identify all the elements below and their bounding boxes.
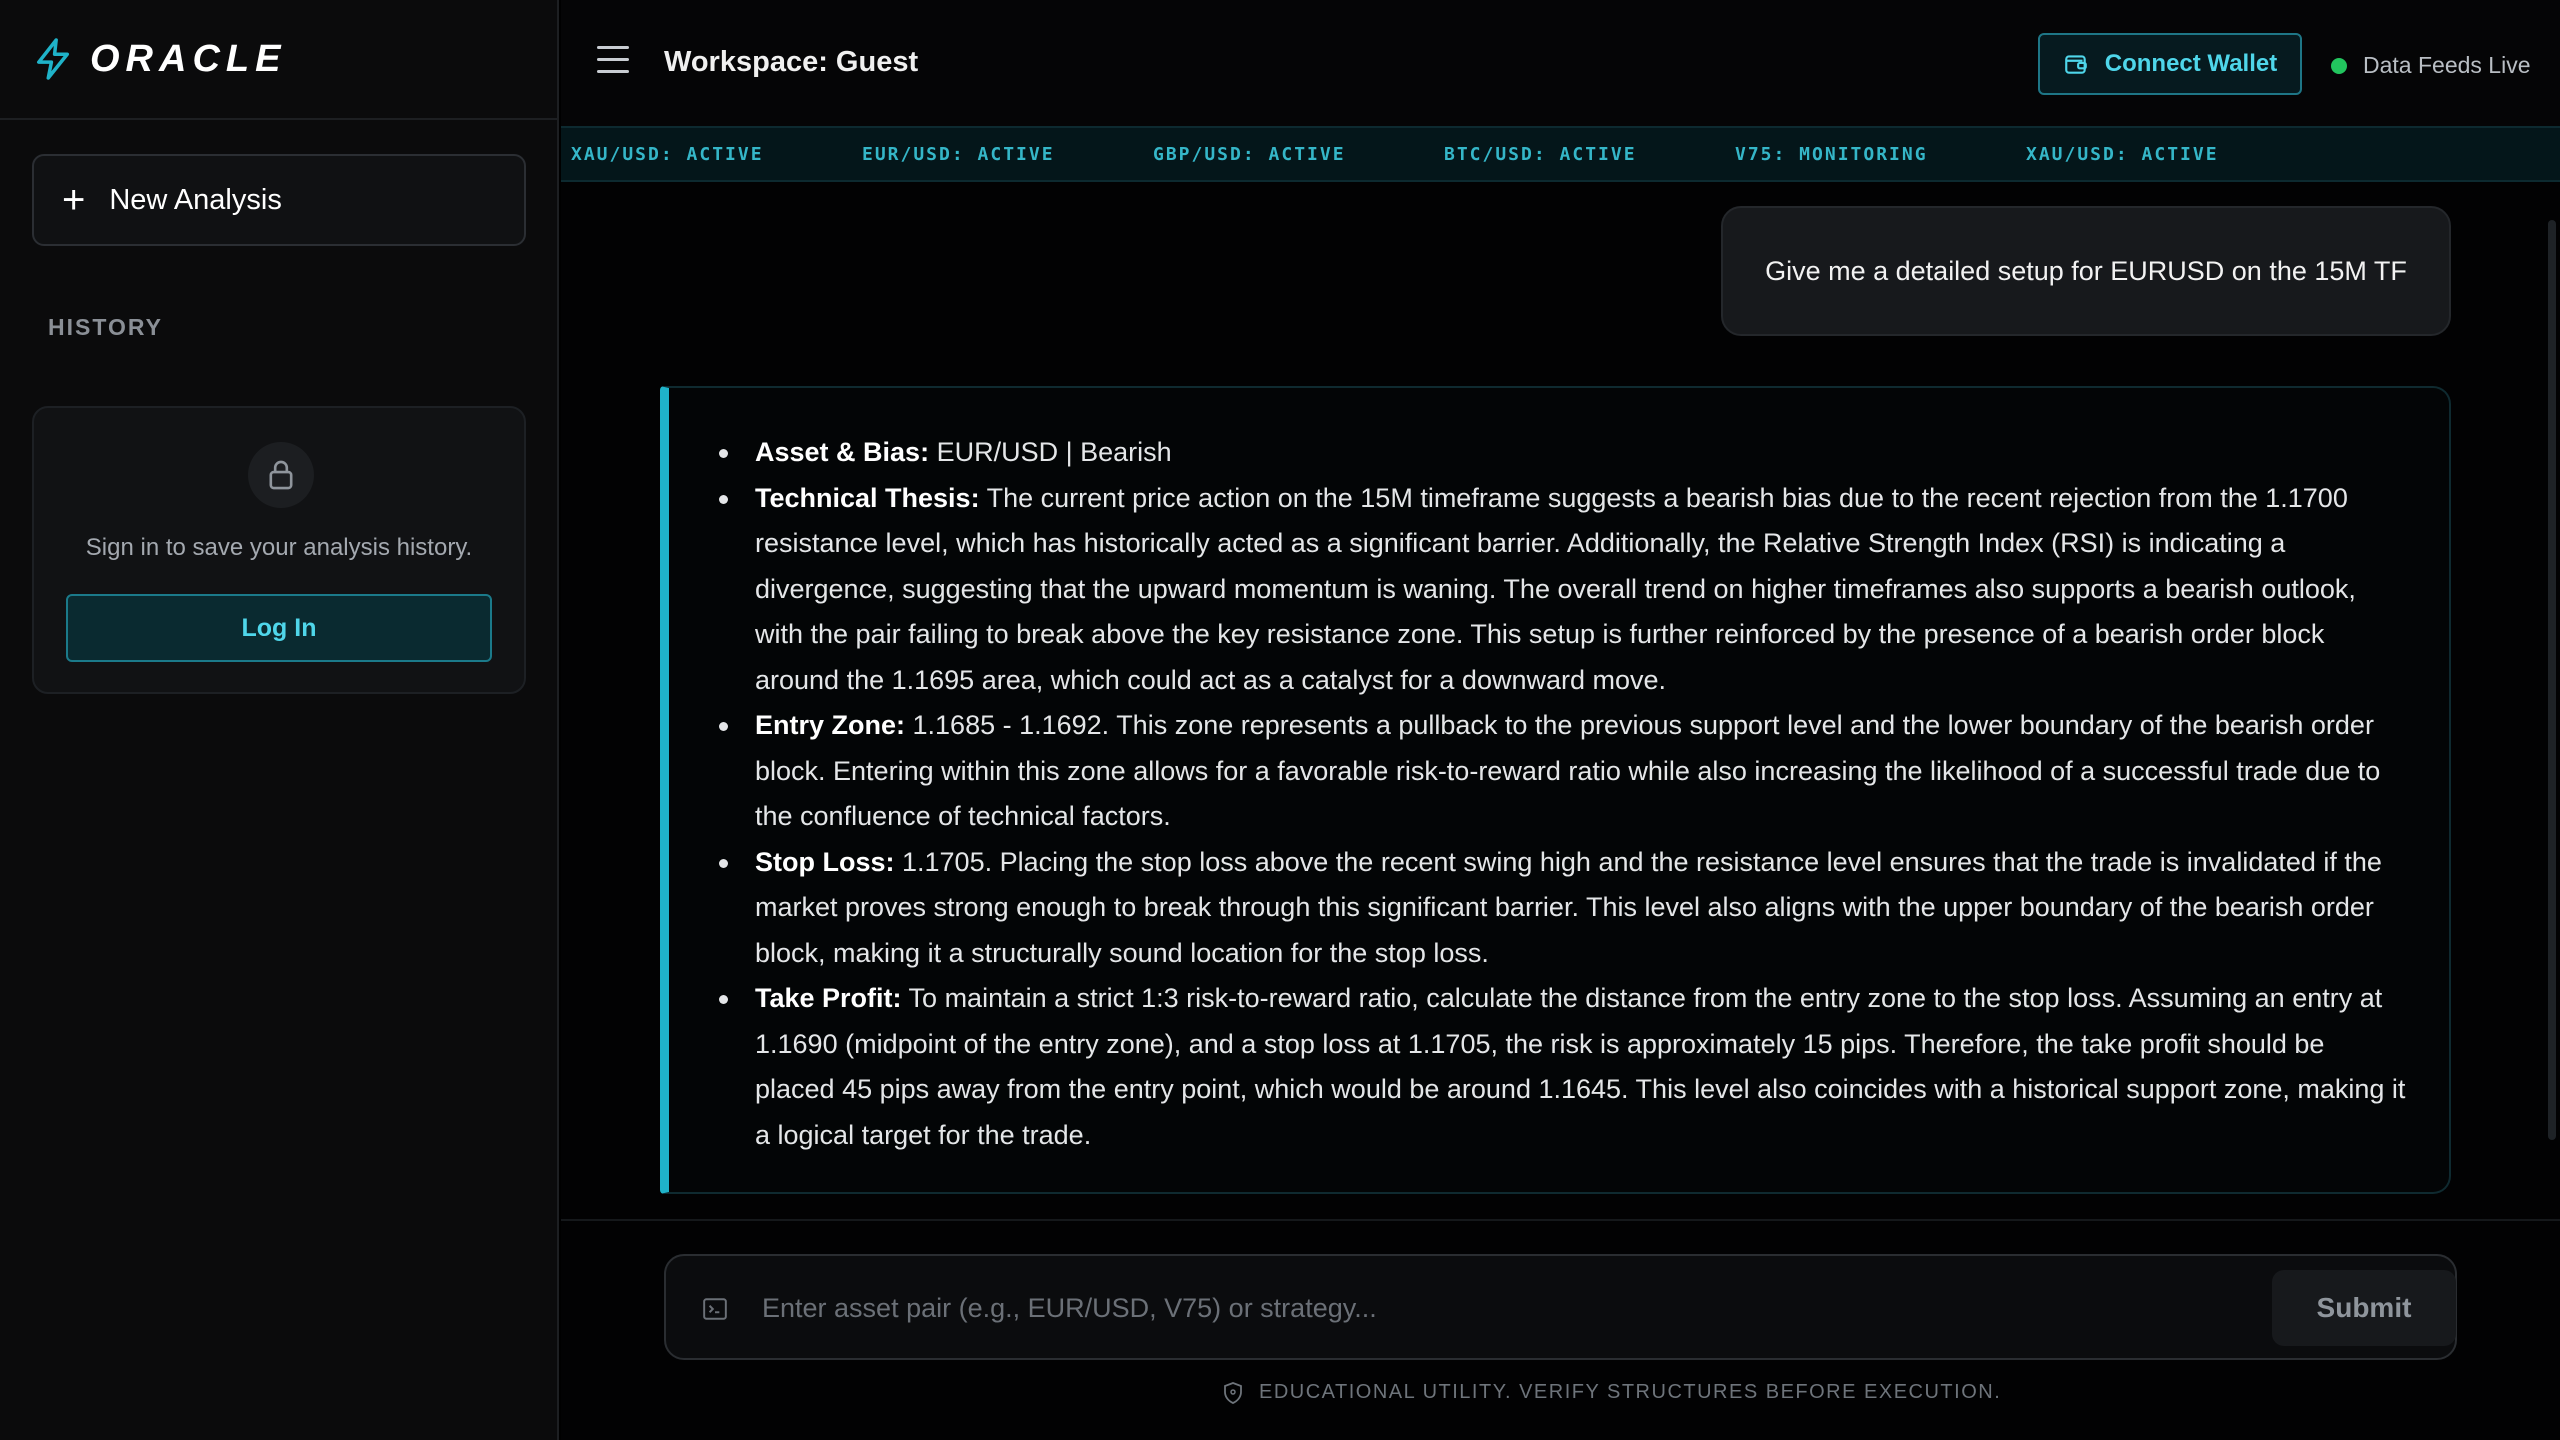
ticker-item: EUR/USD: ACTIVE — [862, 143, 1055, 165]
item-label: Asset & Bias: — [755, 437, 930, 467]
status-label: Data Feeds Live — [2363, 52, 2531, 78]
item-label: Stop Loss: — [755, 846, 895, 877]
data-feeds-status: Data Feeds Live — [2331, 52, 2530, 79]
list-item: Asset & Bias: EUR/USD | Bearish — [717, 430, 2409, 476]
list-item: Entry Zone: 1.1685 - 1.1692. This zone r… — [717, 703, 2409, 840]
ticker-item: XAU/USD: ACTIVE — [571, 143, 764, 165]
brand-name: ORACLE — [90, 37, 287, 80]
menu-icon[interactable] — [597, 46, 629, 76]
item-text: The current price action on the 15M time… — [755, 482, 2356, 695]
connect-wallet-label: Connect Wallet — [2104, 50, 2278, 77]
workspace-title: Workspace: Guest — [664, 46, 919, 78]
history-heading: HISTORY — [48, 314, 163, 340]
chat-scrollbar[interactable] — [2548, 220, 2556, 1140]
list-item: Stop Loss: 1.1705. Placing the stop loss… — [717, 840, 2409, 977]
sidebar: ORACLE + New Analysis HISTORY Sign in to… — [0, 0, 559, 1440]
item-label: Take Profit: — [755, 983, 902, 1013]
disclaimer-text: EDUCATIONAL UTILITY. VERIFY STRUCTURES B… — [1259, 1381, 2002, 1403]
plus-icon: + — [62, 178, 86, 222]
item-label: Entry Zone: — [755, 710, 906, 740]
user-message: Give me a detailed setup for EURUSD on t… — [1721, 206, 2451, 336]
item-text: 1.1705. Placing the stop loss above the … — [755, 846, 2382, 968]
bolt-icon — [37, 38, 69, 80]
list-item: Technical Thesis: The current price acti… — [717, 476, 2409, 704]
item-text: EUR/USD | Bearish — [929, 437, 1172, 467]
new-analysis-button[interactable]: + New Analysis — [32, 154, 526, 246]
composer-divider — [561, 1219, 2560, 1221]
brand-logo[interactable]: ORACLE — [0, 0, 557, 120]
signin-message: Sign in to save your analysis history. — [85, 534, 473, 561]
composer: Submit — [664, 1254, 2457, 1360]
wallet-icon — [2064, 55, 2087, 74]
item-label: Technical Thesis: — [755, 482, 980, 513]
item-text: To maintain a strict 1:3 risk-to-reward … — [755, 983, 2406, 1150]
login-button[interactable]: Log In — [66, 594, 492, 662]
ticker-item: GBP/USD: ACTIVE — [1153, 143, 1346, 165]
top-bar: Workspace: Guest Connect Wallet Data Fee… — [561, 0, 2560, 126]
market-ticker: XAU/USD: ACTIVE EUR/USD: ACTIVE GBP/USD:… — [561, 126, 2560, 182]
asset-input[interactable] — [762, 1282, 2202, 1334]
ticker-item: V75: MONITORING — [1735, 143, 1928, 165]
submit-button[interactable]: Submit — [2272, 1270, 2456, 1346]
main-panel: Workspace: Guest Connect Wallet Data Fee… — [561, 0, 2560, 1440]
status-dot-icon — [2331, 57, 2347, 74]
new-analysis-label: New Analysis — [109, 183, 282, 216]
connect-wallet-button[interactable]: Connect Wallet — [2038, 33, 2302, 95]
ticker-item: XAU/USD: ACTIVE — [2026, 143, 2219, 165]
list-item: Take Profit: To maintain a strict 1:3 ri… — [717, 976, 2409, 1158]
disclaimer: EDUCATIONAL UTILITY. VERIFY STRUCTURES B… — [1223, 1381, 2001, 1404]
analysis-response: Asset & Bias: EUR/USD | Bearish Technica… — [660, 386, 2451, 1194]
analysis-list: Asset & Bias: EUR/USD | Bearish Technica… — [717, 430, 2409, 1158]
signin-card: Sign in to save your analysis history. L… — [32, 406, 526, 694]
ticker-item: BTC/USD: ACTIVE — [1444, 143, 1637, 165]
shield-icon — [1224, 1381, 1242, 1404]
terminal-icon — [703, 1298, 727, 1320]
user-message-text: Give me a detailed setup for EURUSD on t… — [1765, 255, 2407, 286]
lock-icon — [248, 442, 314, 508]
item-text: 1.1685 - 1.1692. This zone represents a … — [755, 710, 2381, 831]
